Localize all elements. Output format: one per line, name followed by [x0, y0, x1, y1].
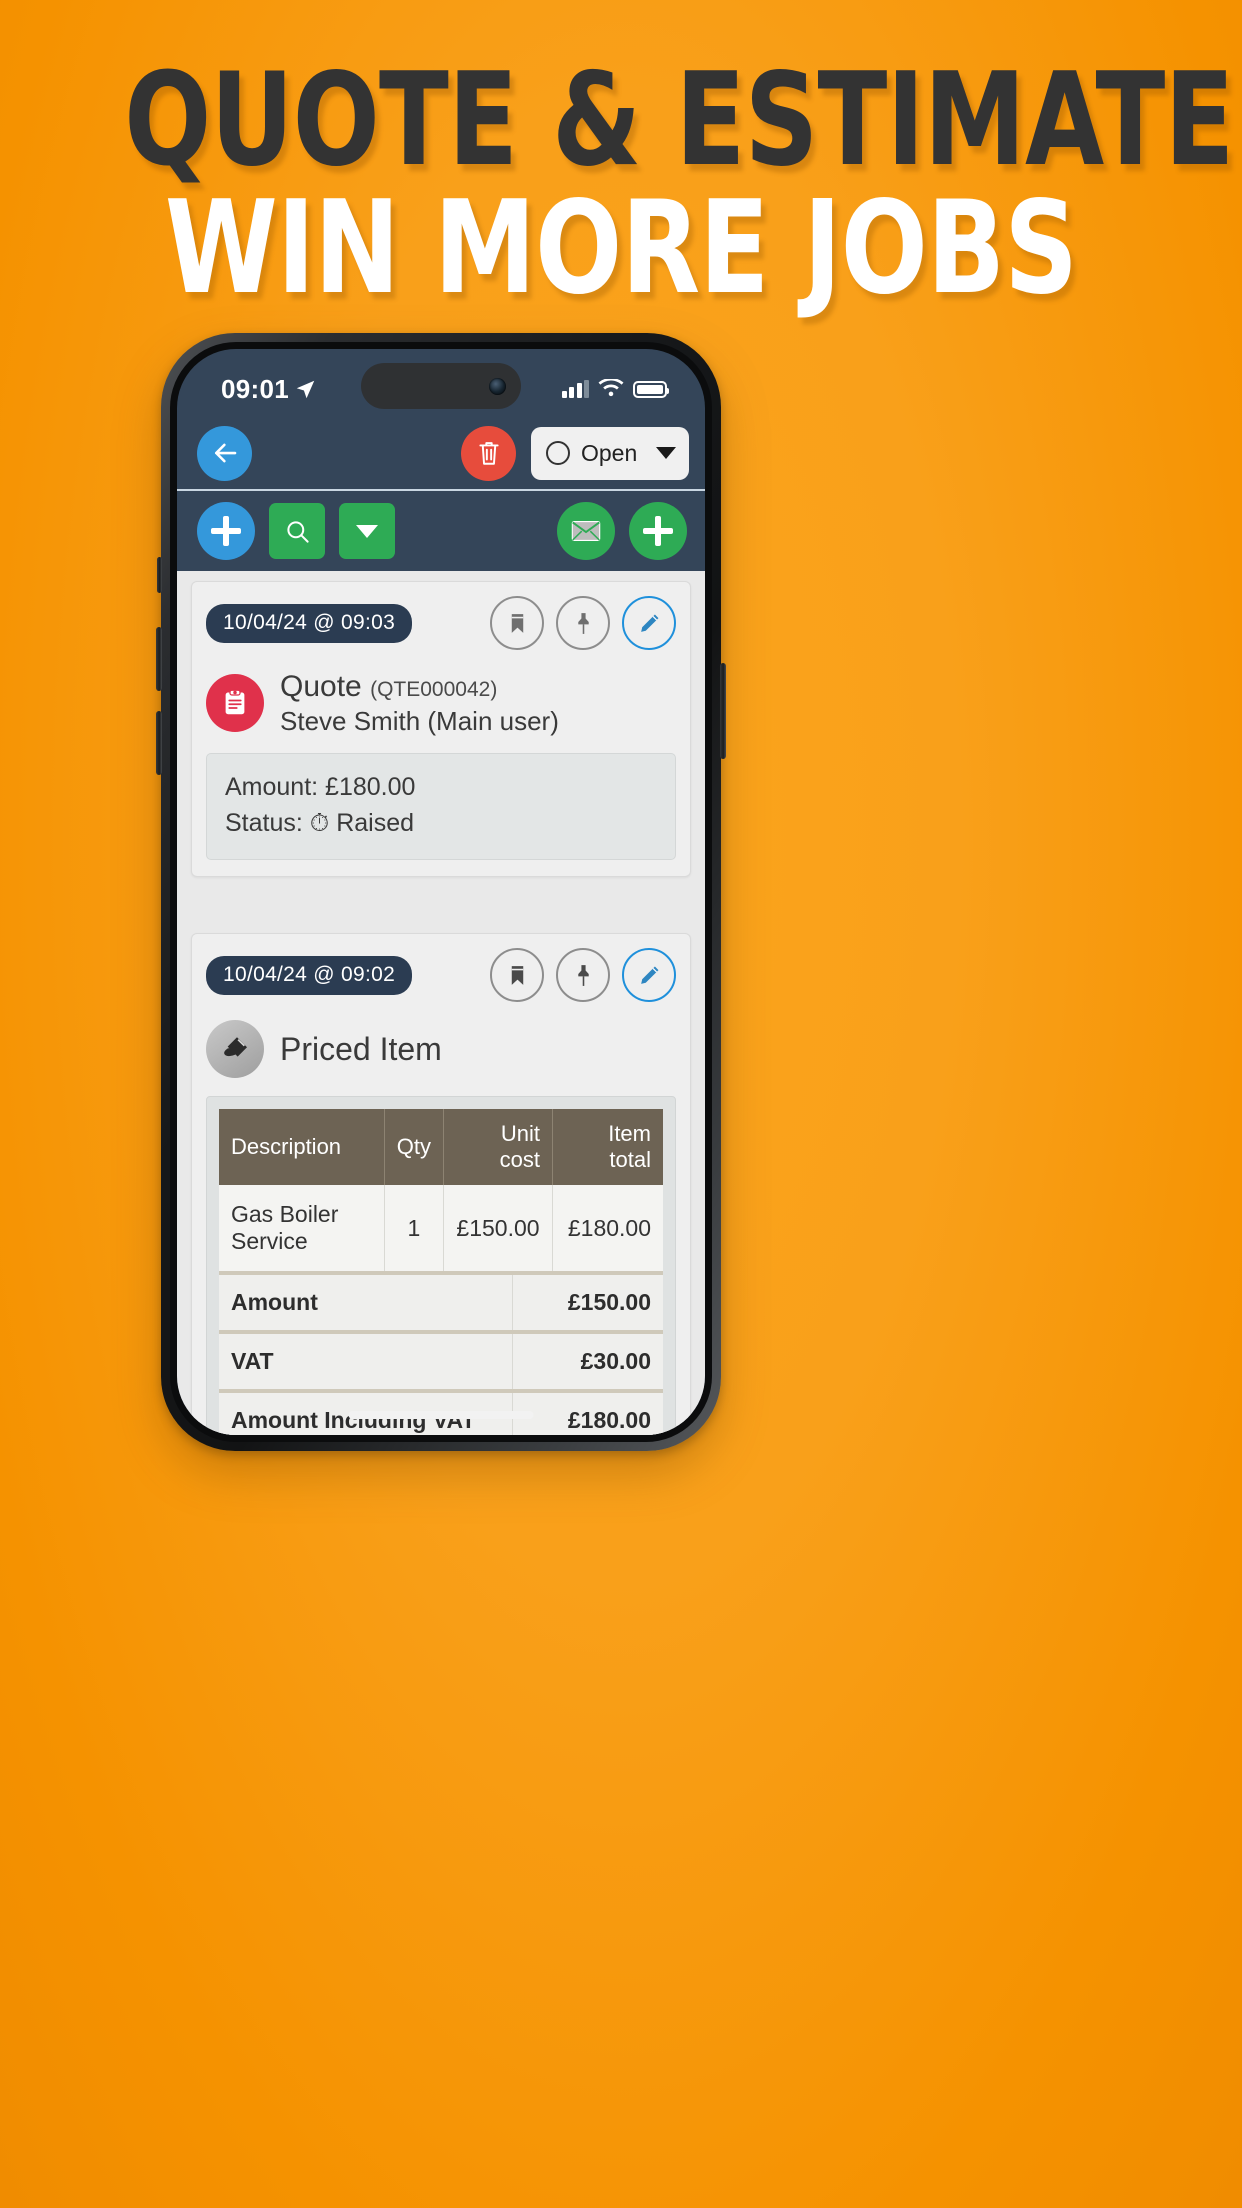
status-dropdown-value: Open [581, 439, 638, 466]
record-owner: Steve Smith (Main user) [280, 706, 559, 737]
totals-row-amount: Amount £150.00 [219, 1275, 663, 1335]
headline-line-1: QUOTE & ESTIMATE [124, 46, 1234, 195]
priced-item-icon [224, 1037, 247, 1058]
circle-outline-icon [546, 441, 570, 465]
bookmark-icon [511, 613, 523, 633]
edit-pencil-icon [640, 966, 658, 984]
plus-icon [211, 516, 241, 546]
col-item-total: Item total [552, 1109, 663, 1186]
totals-row-vat: VAT £30.00 [219, 1332, 663, 1394]
headline-line-2: WIN MORE JOBS [164, 173, 1078, 323]
search-button[interactable] [269, 503, 325, 559]
volume-down-button[interactable] [156, 711, 162, 775]
status-time-group: 09:01 [221, 374, 316, 405]
status-dropdown[interactable]: Open [531, 426, 689, 480]
records-list[interactable]: 10/04/24 @ 09:03 Quote (QTE000042) Steve… [177, 571, 705, 1435]
phone-bezel: 09:01 Open 10/04/24 @ 09:03 Quote (QTE00… [170, 342, 712, 1442]
silent-switch[interactable] [157, 557, 162, 593]
phone-mockup: 09:01 Open 10/04/24 @ 09:03 Quote (QTE00… [156, 333, 726, 1451]
chevron-down-icon [356, 524, 378, 538]
chevron-down-icon [656, 447, 676, 459]
search-icon [286, 520, 309, 543]
record-reference: (QTE000042) [370, 678, 498, 701]
pin-button[interactable] [556, 948, 610, 1003]
status-indicators [561, 379, 669, 399]
totals-label-amount: Amount [219, 1275, 513, 1335]
record-title-row: Quote (QTE000042) Steve Smith (Main user… [206, 668, 676, 737]
record-avatar [206, 1020, 264, 1079]
pin-button[interactable] [556, 596, 610, 650]
status-bar: 09:01 [177, 349, 705, 417]
edit-button[interactable] [622, 948, 676, 1003]
location-arrow-icon [296, 380, 315, 398]
battery-full-icon [633, 380, 669, 398]
edit-button[interactable] [622, 596, 676, 650]
priced-item-table-wrap: Description Qty Unit cost Item total Gas… [206, 1096, 676, 1435]
totals-label-vat: VAT [219, 1332, 513, 1394]
totals-value-vat: £30.00 [511, 1332, 663, 1394]
back-button[interactable] [197, 425, 252, 481]
record-title-text: Quote (QTE000042) Steve Smith (Main user… [280, 668, 559, 737]
cell-description: Gas Boiler Service [219, 1185, 385, 1276]
table-row[interactable]: Gas Boiler Service 1 £150.00 £180.00 [219, 1185, 663, 1276]
app-navbar: Open [177, 417, 705, 491]
totals-value-amount: £150.00 [511, 1275, 663, 1335]
bookmark-button[interactable] [490, 596, 544, 650]
front-camera-icon [489, 377, 506, 395]
phone-screen: 09:01 Open 10/04/24 @ 09:03 Quote (QTE00… [177, 349, 705, 1435]
envelope-icon [571, 521, 601, 541]
record-card-priced-item[interactable]: 10/04/24 @ 09:02 Priced Item Description… [191, 933, 691, 1435]
home-indicator[interactable] [348, 1411, 534, 1419]
cell-unit-cost: £150.00 [443, 1185, 554, 1276]
add-record-button[interactable] [197, 502, 255, 560]
record-amount: Amount: £180.00 [225, 773, 416, 802]
clipboard-icon [225, 689, 245, 714]
volume-up-button[interactable] [156, 627, 162, 691]
table-header: Description Qty Unit cost Item total [219, 1109, 663, 1186]
record-avatar [206, 673, 264, 732]
pin-icon [577, 965, 589, 986]
record-info-box: Amount: £180.00 Status: ⏱ Raised [206, 753, 676, 861]
dynamic-island [361, 363, 521, 409]
table-header-row: Description Qty Unit cost Item total [219, 1109, 663, 1186]
timestamp-badge: 10/04/24 @ 09:03 [206, 603, 413, 643]
record-title: Quote (QTE000042) [280, 668, 559, 705]
edit-pencil-icon [640, 614, 658, 632]
record-card-quote[interactable]: 10/04/24 @ 09:03 Quote (QTE000042) Steve… [191, 581, 691, 878]
bookmark-button[interactable] [490, 948, 544, 1003]
record-title-label: Priced Item [280, 1030, 442, 1067]
app-toolbar [177, 491, 705, 571]
card-gap [177, 893, 705, 933]
table-body: Gas Boiler Service 1 £150.00 £180.00 [219, 1185, 663, 1276]
cellular-signal-icon [561, 380, 589, 398]
card-header: 10/04/24 @ 09:03 [206, 596, 676, 650]
trash-icon [478, 442, 499, 465]
col-qty: Qty [384, 1109, 444, 1186]
delete-button[interactable] [461, 425, 516, 481]
totals-value-including-vat: £180.00 [511, 1391, 663, 1435]
record-status: Status: ⏱ Raised [225, 808, 415, 837]
create-record-button[interactable] [629, 502, 687, 560]
record-title-row: Priced Item [206, 1020, 676, 1079]
pin-icon [577, 612, 589, 634]
arrow-left-icon [214, 443, 236, 463]
promo-headline: QUOTE & ESTIMATE WIN MORE JOBS [0, 46, 1242, 323]
timestamp-badge: 10/04/24 @ 09:02 [206, 955, 413, 995]
cell-qty: 1 [384, 1185, 444, 1276]
cell-item-total: £180.00 [552, 1185, 663, 1276]
power-button[interactable] [720, 663, 726, 759]
wifi-icon [598, 379, 624, 397]
record-title-label: Quote [280, 670, 362, 703]
col-unit-cost: Unit cost [443, 1109, 554, 1186]
col-description: Description [219, 1109, 385, 1186]
bookmark-icon [511, 966, 523, 985]
filter-button[interactable] [339, 503, 395, 559]
priced-item-table: Description Qty Unit cost Item total Gas… [219, 1109, 663, 1276]
plus-icon [643, 516, 673, 546]
card-header: 10/04/24 @ 09:02 [206, 948, 676, 1003]
email-button[interactable] [557, 502, 615, 560]
status-time: 09:01 [221, 373, 289, 404]
